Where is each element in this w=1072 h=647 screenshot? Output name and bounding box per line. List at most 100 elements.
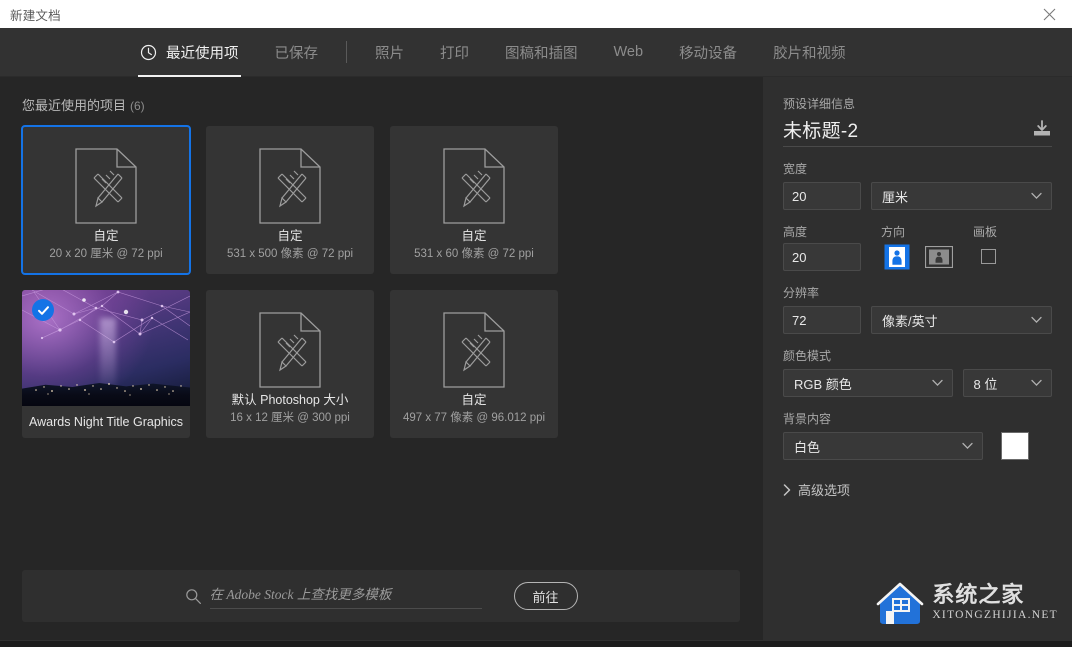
preset-name-row <box>783 118 1052 147</box>
tab-photo[interactable]: 照片 <box>357 28 422 77</box>
preset-card-name: 自定 <box>206 228 374 245</box>
preset-card-name: Awards Night Title Graphics <box>22 406 190 438</box>
document-preset-icon <box>206 312 374 388</box>
stock-search-group: 前往 <box>185 582 578 610</box>
height-orientation-artboard-labels: 高度 方向 画板 <box>783 210 1052 245</box>
width-input[interactable] <box>783 182 861 210</box>
width-unit-value: 厘米 <box>882 187 908 206</box>
document-preset-icon <box>22 148 190 224</box>
background-contents-label: 背景内容 <box>783 410 1052 427</box>
chevron-right-icon <box>783 484 791 496</box>
orientation-landscape-button[interactable] <box>925 243 953 271</box>
tab-label: 最近使用项 <box>166 42 239 63</box>
color-mode-value: RGB 颜色 <box>794 374 852 393</box>
width-row: 厘米 <box>783 182 1052 210</box>
tab-web[interactable]: Web <box>596 28 662 77</box>
bottom-strip <box>0 640 1072 647</box>
advanced-options-label: 高级选项 <box>798 480 850 499</box>
chevron-down-icon <box>962 443 973 450</box>
tab-label: Web <box>614 44 644 60</box>
resolution-unit-select[interactable]: 像素/英寸 <box>871 306 1052 334</box>
height-orientation-artboard-row <box>783 243 1052 271</box>
background-color-swatch[interactable] <box>1001 432 1029 460</box>
orientation-portrait-button[interactable] <box>883 243 911 271</box>
width-label: 宽度 <box>783 160 1052 177</box>
document-preset-icon <box>390 312 558 388</box>
advanced-options-toggle[interactable]: 高级选项 <box>783 480 1052 499</box>
tab-bar: 最近使用项 已保存 照片 打印 图稿和插图 Web 移动设备 <box>0 28 1072 77</box>
recent-documents-pane: 您最近使用的项目 (6) <box>0 77 762 640</box>
stock-go-button[interactable]: 前往 <box>514 582 578 610</box>
preset-card-meta: 531 x 60 像素 @ 72 ppi <box>390 246 558 262</box>
search-icon <box>185 588 202 605</box>
preset-card-template-awards-night[interactable]: Awards Night Title Graphics <box>22 290 190 438</box>
selected-check-badge <box>32 299 54 321</box>
preset-details-heading: 预设详细信息 <box>783 95 1052 112</box>
document-preset-icon <box>390 148 558 224</box>
color-mode-label: 颜色模式 <box>783 347 1052 364</box>
preset-name-input[interactable] <box>783 118 1003 140</box>
preset-details-panel: 预设详细信息 宽度 厘米 <box>762 77 1072 640</box>
preset-card-custom-2[interactable]: 自定 531 x 500 像素 @ 72 ppi <box>206 126 374 274</box>
window-title: 新建文档 <box>10 5 61 24</box>
preset-card-text: 自定 531 x 60 像素 @ 72 ppi <box>390 228 558 262</box>
check-icon <box>37 304 50 317</box>
bit-depth-value: 8 位 <box>974 374 998 393</box>
chevron-down-icon <box>1031 317 1042 324</box>
tab-label: 图稿和插图 <box>505 42 578 63</box>
tab-art-and-illustration[interactable]: 图稿和插图 <box>487 28 596 77</box>
width-unit-select[interactable]: 厘米 <box>871 182 1052 210</box>
section-heading-label: 您最近使用的项目 <box>22 98 126 113</box>
resolution-row: 像素/英寸 <box>783 306 1052 334</box>
tab-label: 胶片和视频 <box>773 42 846 63</box>
tab-recent[interactable]: 最近使用项 <box>122 28 257 77</box>
tab-separator <box>346 41 347 63</box>
resolution-label: 分辨率 <box>783 284 1052 301</box>
preset-card-default-photoshop-size[interactable]: 默认 Photoshop 大小 16 x 12 厘米 @ 300 ppi <box>206 290 374 438</box>
close-button[interactable] <box>1026 0 1072 28</box>
tab-saved[interactable]: 已保存 <box>257 28 337 77</box>
preset-card-text: 默认 Photoshop 大小 16 x 12 厘米 @ 300 ppi <box>206 392 374 426</box>
preset-card-custom-4[interactable]: 自定 497 x 77 像素 @ 96.012 ppi <box>390 290 558 438</box>
landscape-orientation-icon <box>925 246 953 268</box>
chevron-down-icon <box>932 380 943 387</box>
background-contents-row: 白色 <box>783 432 1052 460</box>
portrait-orientation-icon <box>884 244 910 270</box>
preset-card-grid: 自定 20 x 20 厘米 @ 72 ppi <box>22 126 738 438</box>
document-preset-icon <box>206 148 374 224</box>
orientation-label: 方向 <box>881 223 973 240</box>
preset-card-meta: 497 x 77 像素 @ 96.012 ppi <box>390 410 558 426</box>
tab-mobile[interactable]: 移动设备 <box>661 28 755 77</box>
template-thumbnail <box>22 290 190 406</box>
height-input[interactable] <box>783 243 861 271</box>
preset-card-name: 默认 Photoshop 大小 <box>206 392 374 409</box>
preset-card-custom-1[interactable]: 自定 20 x 20 厘米 @ 72 ppi <box>22 126 190 274</box>
artboard-checkbox[interactable] <box>981 249 996 264</box>
tab-label: 打印 <box>440 42 469 63</box>
height-label: 高度 <box>783 223 871 240</box>
chevron-down-icon <box>1031 380 1042 387</box>
tab-label: 已保存 <box>275 42 319 63</box>
stock-search-input[interactable] <box>210 584 482 609</box>
save-preset-button[interactable] <box>1032 120 1052 140</box>
title-bar: 新建文档 <box>0 0 1072 28</box>
background-contents-value: 白色 <box>794 437 820 456</box>
bit-depth-select[interactable]: 8 位 <box>963 369 1052 397</box>
tab-label: 照片 <box>375 42 404 63</box>
orientation-group <box>883 243 953 271</box>
tab-print[interactable]: 打印 <box>422 28 487 77</box>
color-mode-select[interactable]: RGB 颜色 <box>783 369 953 397</box>
section-heading-count: (6) <box>130 99 145 113</box>
resolution-unit-value: 像素/英寸 <box>882 311 938 330</box>
resolution-input[interactable] <box>783 306 861 334</box>
clock-icon <box>140 44 157 61</box>
preset-card-meta: 20 x 20 厘米 @ 72 ppi <box>22 246 190 262</box>
preset-card-text: 自定 497 x 77 像素 @ 96.012 ppi <box>390 392 558 426</box>
preset-card-custom-3[interactable]: 自定 531 x 60 像素 @ 72 ppi <box>390 126 558 274</box>
tab-label: 移动设备 <box>679 42 737 63</box>
background-contents-select[interactable]: 白色 <box>783 432 983 460</box>
preset-card-meta: 16 x 12 厘米 @ 300 ppi <box>206 410 374 426</box>
tab-film-and-video[interactable]: 胶片和视频 <box>755 28 864 77</box>
save-preset-icon <box>1032 120 1052 138</box>
section-heading: 您最近使用的项目 (6) <box>22 95 762 114</box>
